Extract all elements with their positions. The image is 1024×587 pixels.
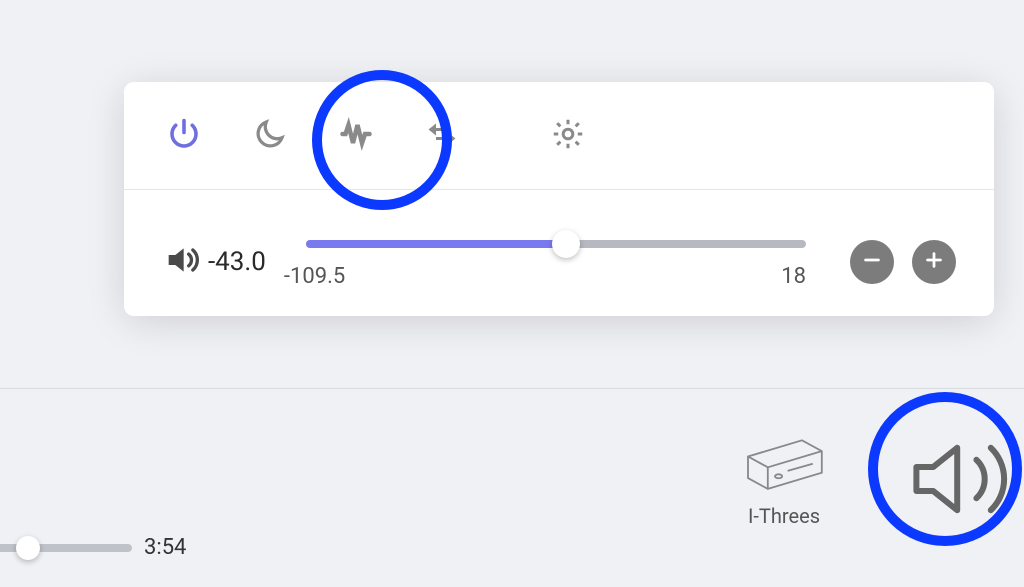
progress-area: 3:54 <box>0 535 1024 560</box>
slider-max-label: 18 <box>781 264 806 289</box>
slider-range-labels: -109.5 18 <box>284 264 806 289</box>
slider-thumb[interactable] <box>552 230 580 258</box>
volume-up-button[interactable] <box>912 240 956 284</box>
receiver-icon <box>739 474 829 498</box>
waveform-icon <box>338 116 374 156</box>
progress-thumb[interactable] <box>16 536 40 560</box>
slider-fill <box>306 240 566 248</box>
progress-slider[interactable] <box>0 544 132 552</box>
popup-toolbar <box>124 82 994 190</box>
volume-popup: -43.0 -109.5 18 <box>124 82 994 316</box>
volume-slider[interactable]: -109.5 18 <box>306 234 806 290</box>
swap-icon <box>424 116 460 156</box>
master-volume-button[interactable] <box>902 429 1022 533</box>
settings-button[interactable] <box>548 116 588 156</box>
minus-icon <box>861 249 883 275</box>
device-label: I-Threes <box>724 504 844 528</box>
volume-down-button[interactable] <box>850 240 894 284</box>
moon-icon <box>252 116 288 156</box>
output-device[interactable]: I-Threes <box>724 429 844 528</box>
waveform-button[interactable] <box>336 116 376 156</box>
gear-icon <box>550 116 586 156</box>
player-strip: 3:54 I-Threes <box>0 388 1024 389</box>
sleep-button[interactable] <box>250 116 290 156</box>
power-button[interactable] <box>164 116 204 156</box>
volume-value: -43.0 <box>208 247 266 277</box>
elapsed-time: 3:54 <box>144 535 186 560</box>
slider-min-label: -109.5 <box>284 264 345 289</box>
volume-display: -43.0 <box>162 240 266 284</box>
plus-icon <box>923 249 945 275</box>
speaker-icon <box>162 240 202 284</box>
power-icon <box>166 116 202 156</box>
swap-button[interactable] <box>422 116 462 156</box>
speaker-large-icon <box>902 514 1022 533</box>
popup-body: -43.0 -109.5 18 <box>124 190 994 316</box>
